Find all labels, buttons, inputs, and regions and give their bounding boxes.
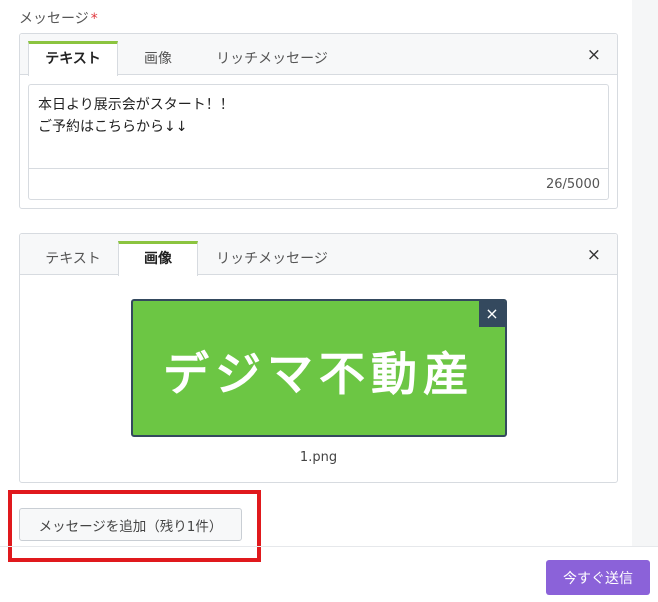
send-now-button[interactable]: 今すぐ送信 (546, 560, 650, 595)
close-icon[interactable]: × (587, 246, 601, 264)
footer-divider (0, 546, 658, 547)
tab-text[interactable]: テキスト (28, 241, 118, 276)
message-label-text: メッセージ (19, 11, 89, 27)
message-type-tabs: テキスト 画像 リッチメッセージ × (20, 34, 617, 76)
message-text-value[interactable]: 本日より展示会がスタート！！ ご予約はこちらから↓↓ (38, 94, 234, 138)
highlight-annotation (8, 490, 261, 562)
image-filename: 1.png (299, 450, 338, 465)
tab-text[interactable]: テキスト (28, 41, 118, 76)
message-field-label: メッセージ * (19, 8, 98, 28)
message-type-tabs: テキスト 画像 リッチメッセージ × (20, 234, 617, 276)
scroll-gutter (632, 0, 658, 546)
message-text-area[interactable]: 本日より展示会がスタート！！ ご予約はこちらから↓↓ 26/5000 (28, 84, 609, 200)
tab-rich-message[interactable]: リッチメッセージ (198, 41, 346, 76)
textarea-divider (29, 168, 608, 169)
image-logo-text: デジマ不動産 (163, 347, 475, 401)
char-counter: 26/5000 (545, 177, 600, 192)
tab-rich-message[interactable]: リッチメッセージ (198, 241, 346, 276)
message-card-image: テキスト 画像 リッチメッセージ × デジマ不動産 × 1.png (19, 233, 618, 483)
message-card-text: テキスト 画像 リッチメッセージ × 本日より展示会がスタート！！ ご予約はこち… (19, 33, 618, 209)
required-mark: * (90, 11, 98, 27)
tab-image[interactable]: 画像 (118, 41, 198, 76)
remove-image-icon[interactable]: × (479, 301, 505, 327)
tab-image[interactable]: 画像 (118, 241, 198, 276)
uploaded-image-preview: デジマ不動産 × (131, 299, 507, 437)
close-icon[interactable]: × (587, 46, 601, 64)
